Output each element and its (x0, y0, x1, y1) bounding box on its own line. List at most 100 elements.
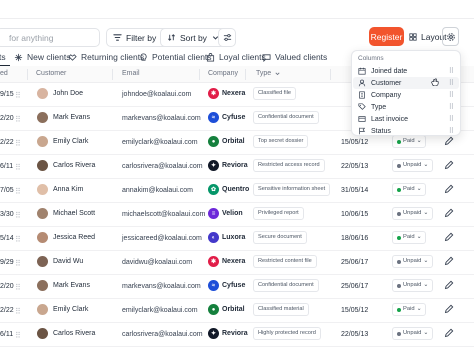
edit-pencil-icon[interactable] (444, 208, 454, 218)
drag-handle-icon[interactable]: ⠿ (15, 283, 21, 292)
type-badge: Top secret dossier (253, 135, 309, 148)
menu-item-last-invoice[interactable]: Last invoice ⠿ (353, 113, 459, 125)
status-badge[interactable]: Unpaid ⌄ (392, 327, 434, 340)
last-invoice-date: 25/06/17 (341, 259, 369, 266)
edit-pencil-icon[interactable] (444, 232, 454, 242)
drag-handle-icon[interactable]: ⠿ (15, 187, 21, 196)
status-dot (397, 259, 401, 264)
header-label: Email (122, 70, 140, 77)
top-bar (0, 0, 474, 20)
menu-item-company[interactable]: Company ⠿ (353, 89, 459, 101)
edit-pencil-icon[interactable] (444, 304, 454, 314)
tab-potential-clients[interactable]: Potential clients (139, 52, 212, 62)
adjust-button[interactable] (218, 28, 236, 47)
status-badge[interactable]: Unpaid ⌄ (392, 207, 434, 220)
avatar (37, 232, 48, 243)
building-icon (359, 91, 365, 99)
drag-handle-icon[interactable]: ⠿ (15, 139, 21, 148)
drag-handle-icon[interactable]: ⠿ (15, 235, 21, 244)
customer-cell: Carlos Rivera (37, 160, 95, 171)
drag-handle-icon[interactable]: ⠿ (449, 79, 454, 87)
customer-cell: Anna Kim (37, 184, 83, 195)
header-label: Type (256, 70, 272, 77)
column-separator (27, 69, 28, 80)
status-badge[interactable]: Paid ⌄ (392, 231, 427, 244)
customer-name: Michael Scott (53, 210, 96, 217)
drag-handle-icon[interactable]: ⠿ (449, 91, 454, 99)
status-badge[interactable]: Paid ⌄ (392, 183, 427, 196)
tab-new-clients[interactable]: New clients (14, 52, 70, 62)
menu-item-status[interactable]: Status ⠿ (353, 125, 459, 137)
status-dot (397, 163, 401, 168)
handshake-icon (68, 53, 77, 61)
drag-handle-icon[interactable]: ⠿ (15, 211, 21, 220)
drag-handle-icon[interactable]: ⠿ (15, 331, 21, 340)
columns-menu: Columns Joined date ⠿ Customer ⠿ Company… (351, 50, 461, 136)
calendar-icon (358, 67, 366, 75)
customer-cell: Carlos Rivera (37, 328, 95, 339)
settings-button[interactable] (442, 27, 459, 46)
status-dot (397, 235, 401, 240)
customer-cell: John Doe (37, 88, 83, 99)
table-row[interactable]: 5/14 ⠿ Jessica Reed jessicareed@koalaui.com… (0, 227, 474, 251)
edit-pencil-icon[interactable] (444, 256, 454, 266)
search-input[interactable]: for anything (0, 28, 100, 47)
status-badge[interactable]: Unpaid ⌄ (392, 159, 434, 172)
drag-handle-icon[interactable]: ⠿ (15, 307, 21, 316)
drag-handle-icon[interactable]: ⠿ (449, 67, 454, 75)
drag-handle-icon[interactable]: ⠿ (15, 259, 21, 268)
column-header-customer[interactable]: Customer (36, 70, 66, 77)
status-badge[interactable]: Paid ⌄ (392, 303, 427, 316)
email-cell: annakim@koalaui.com (122, 187, 193, 194)
email-cell: carlosrivera@koalaui.com (122, 331, 203, 338)
company-cell: ✦ Reviora (208, 328, 248, 339)
status-badge[interactable]: Unpaid ⌄ (392, 279, 434, 292)
drag-handle-icon[interactable]: ⠿ (449, 103, 454, 111)
edit-pencil-icon[interactable] (444, 280, 454, 290)
edit-pencil-icon[interactable] (444, 160, 454, 170)
column-header-date[interactable]: ed (0, 70, 8, 77)
company-name: Nexera (222, 258, 246, 265)
table-row[interactable]: 6/11 ⠿ Carlos Rivera carlosrivera@koalaui.c… (0, 323, 474, 347)
joined-date: 2/20 (0, 283, 14, 290)
table-row[interactable]: 3/30 ⠿ Michael Scott michaelscott@koalaui.c… (0, 203, 474, 227)
column-header-type[interactable]: Type (256, 70, 281, 77)
column-header-company[interactable]: Company (208, 70, 238, 77)
table-row[interactable]: 6/11 ⠿ Carlos Rivera carlosrivera@koalaui.c… (0, 155, 474, 179)
company-logo-icon: ≈ (208, 280, 219, 291)
edit-pencil-icon[interactable] (444, 184, 454, 194)
avatar (37, 88, 48, 99)
joined-date: 7/05 (0, 187, 14, 194)
edit-pencil-icon[interactable] (444, 328, 454, 338)
edit-pencil-icon[interactable] (444, 136, 454, 146)
chevron-down-icon: ⌄ (423, 258, 429, 264)
customer-name: Mark Evans (53, 114, 90, 121)
register-button[interactable]: Register (369, 27, 404, 46)
customer-cell: Mark Evans (37, 112, 90, 123)
column-header-email[interactable]: Email (122, 70, 140, 77)
drag-handle-icon[interactable]: ⠿ (15, 115, 21, 124)
table-row[interactable]: 2/22 ⠿ Emily Clark emilyclark@koalaui.com ● O… (0, 299, 474, 323)
menu-item-joined-date[interactable]: Joined date ⠿ (353, 65, 459, 77)
status-label: Unpaid (403, 210, 422, 216)
drag-handle-icon[interactable]: ⠿ (449, 115, 454, 123)
tab-valued-clients[interactable]: Valued clients (262, 52, 327, 62)
table-row[interactable]: 2/20 ⠿ Mark Evans markevans@koalaui.com ≈ Cyf… (0, 275, 474, 299)
table-row[interactable]: 9/29 ⠿ David Wu davidwu@koalaui.com ✱ Nexera R… (0, 251, 474, 275)
last-invoice-date: 22/05/13 (341, 163, 369, 170)
drag-handle-icon[interactable]: ⠿ (15, 91, 21, 100)
tab-returning-clients[interactable]: Returning clients (68, 52, 144, 62)
type-badge: Classified file (253, 87, 296, 100)
avatar (37, 208, 48, 219)
menu-item-type[interactable]: Type ⠿ (353, 101, 459, 113)
drag-handle-icon[interactable]: ⠿ (15, 163, 21, 172)
menu-item-customer[interactable]: Customer ⠿ (353, 77, 459, 89)
tab-loyal-clients[interactable]: Loyal clients (206, 52, 266, 62)
drag-handle-icon[interactable]: ⠿ (449, 127, 454, 135)
tab-all[interactable]: ts (0, 52, 6, 62)
status-badge[interactable]: Unpaid ⌄ (392, 255, 434, 268)
chevron-down-icon: ⌄ (423, 330, 429, 336)
column-separator (330, 69, 331, 80)
table-row[interactable]: 7/05 ⠿ Anna Kim annakim@koalaui.com ✿ Quentro… (0, 179, 474, 203)
sort-button[interactable]: Sort by (160, 28, 227, 47)
